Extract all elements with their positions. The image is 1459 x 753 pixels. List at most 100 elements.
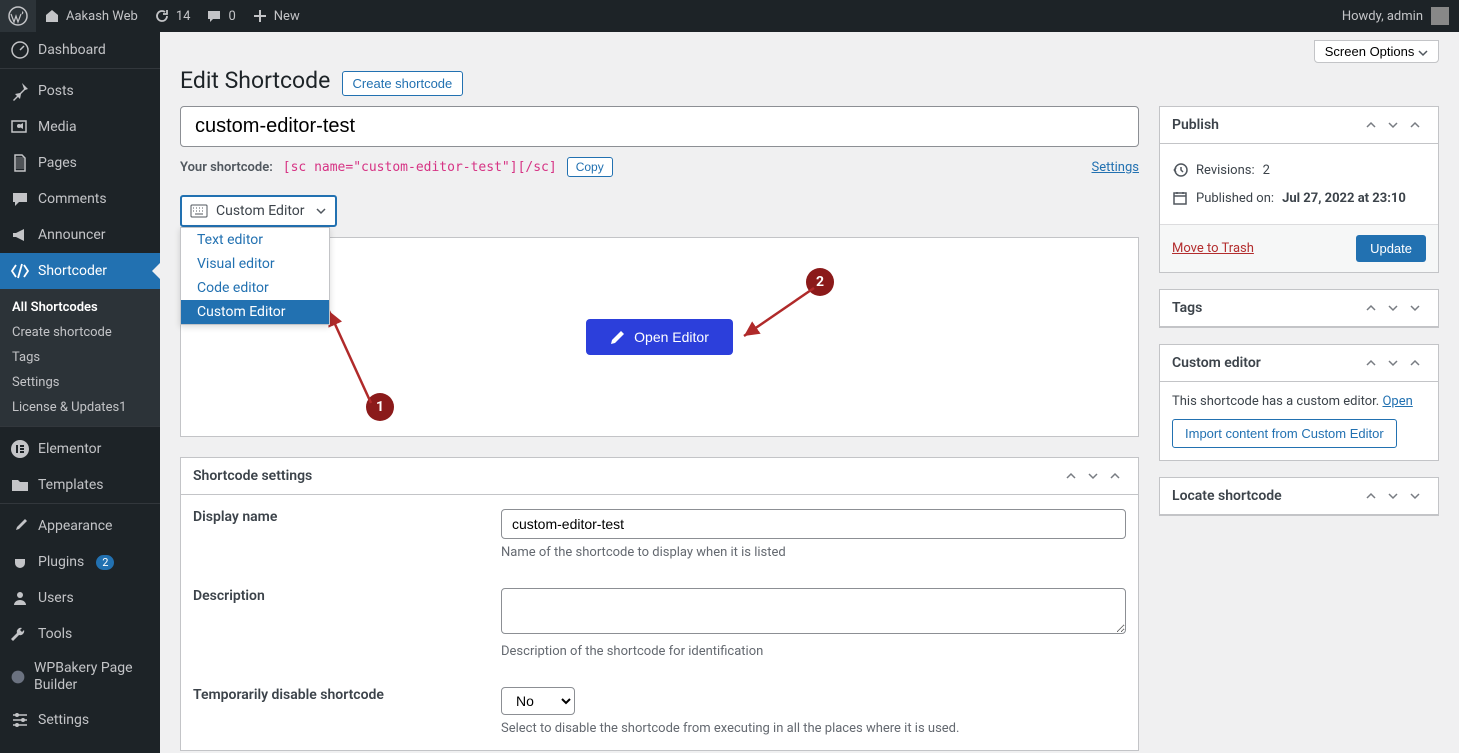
chevron-down-icon[interactable] (1382, 489, 1404, 504)
home-icon (44, 8, 60, 24)
admin-sidebar: Dashboard Posts Media Pages Comments Ann… (0, 32, 160, 753)
comments-count: 0 (228, 9, 235, 24)
create-shortcode-button[interactable]: Create shortcode (342, 71, 464, 96)
description-label: Description (181, 588, 501, 659)
wpbakery-icon (10, 667, 26, 687)
admin-user[interactable]: Howdy, admin (1342, 7, 1459, 25)
chevron-up-icon[interactable] (1404, 118, 1426, 133)
sidebar-item-tools[interactable]: Tools (0, 616, 160, 652)
chevron-up-icon[interactable] (1404, 356, 1426, 371)
chevron-down-icon[interactable] (1382, 118, 1404, 133)
tags-title: Tags (1172, 300, 1360, 316)
revisions-row[interactable]: Revisions: 2 (1172, 156, 1426, 184)
shortcode-name-input[interactable] (180, 106, 1139, 147)
sidebar-item-users[interactable]: Users (0, 580, 160, 616)
chevron-down-icon[interactable] (1404, 301, 1426, 316)
shortcode-preview-row: Your shortcode: [sc name="custom-editor-… (180, 157, 1139, 177)
comments[interactable]: 0 (198, 0, 243, 32)
publish-title: Publish (1172, 117, 1360, 133)
submenu-all-shortcodes[interactable]: All Shortcodes (0, 295, 160, 320)
submenu-settings[interactable]: Settings (0, 370, 160, 395)
sidebar-item-media[interactable]: Media (0, 109, 160, 145)
submenu-create-shortcode[interactable]: Create shortcode (0, 320, 160, 345)
pin-icon (10, 81, 30, 101)
chevron-down-icon[interactable] (1082, 469, 1104, 484)
disable-select[interactable]: No (501, 687, 575, 715)
code-icon (10, 261, 30, 281)
editor-select-wrap: Custom Editor Text editor Visual editor … (180, 195, 337, 227)
sidebar-item-announcer[interactable]: Announcer (0, 217, 160, 253)
display-name-input[interactable] (501, 509, 1126, 539)
editor-option-visual[interactable]: Visual editor (181, 252, 329, 276)
sidebar-item-shortcoder[interactable]: Shortcoder (0, 253, 160, 289)
chevron-down-icon[interactable] (1404, 489, 1426, 504)
sliders-icon (10, 710, 30, 730)
locate-title: Locate shortcode (1172, 488, 1360, 504)
sidebar-item-pages[interactable]: Pages (0, 145, 160, 181)
new-content[interactable]: New (244, 0, 308, 32)
chevron-up-icon[interactable] (1360, 489, 1382, 504)
screen-options-button[interactable]: Screen Options (1314, 40, 1439, 63)
sidebar-item-plugins[interactable]: Plugins 2 (0, 544, 160, 580)
plus-icon (252, 8, 268, 24)
chevron-up-icon[interactable] (1104, 469, 1126, 484)
chevron-up-icon[interactable] (1360, 118, 1382, 133)
description-hint: Description of the shortcode for identif… (501, 644, 1126, 659)
copy-button[interactable]: Copy (567, 157, 613, 177)
plug-icon (10, 552, 30, 572)
sidebar-item-label: Users (38, 590, 74, 606)
page-header: Edit Shortcode Create shortcode (160, 63, 1459, 106)
sidebar-item-elementor[interactable]: Elementor (0, 431, 160, 467)
editor-select[interactable]: Custom Editor (180, 195, 337, 227)
wp-logo[interactable] (0, 0, 36, 32)
sidebar-item-label: Pages (38, 155, 77, 171)
pencil-icon (610, 329, 626, 345)
annotation-2: 2 (806, 268, 834, 296)
megaphone-icon (10, 225, 30, 245)
sidebar-item-dashboard[interactable]: Dashboard (0, 32, 160, 68)
admin-bar: Aakash Web 14 0 New Howdy, admin (0, 0, 1459, 32)
editor-option-text[interactable]: Text editor (181, 228, 329, 252)
editor-dropdown: Text editor Visual editor Code editor Cu… (180, 227, 330, 325)
updates[interactable]: 14 (146, 0, 199, 32)
settings-panel-title: Shortcode settings (193, 468, 1060, 484)
sidebar-item-templates[interactable]: Templates (0, 467, 160, 503)
site-name[interactable]: Aakash Web (36, 0, 146, 32)
chevron-down-icon[interactable] (1382, 356, 1404, 371)
open-link[interactable]: Open (1382, 394, 1412, 409)
chevron-down-icon[interactable] (1382, 301, 1404, 316)
submenu-license[interactable]: License & Updates1 (0, 395, 160, 420)
calendar-icon (1172, 190, 1188, 206)
sidebar-item-appearance[interactable]: Appearance (0, 508, 160, 544)
sidebar-item-posts[interactable]: Posts (0, 73, 160, 109)
sidebar-item-comments[interactable]: Comments (0, 181, 160, 217)
chevron-up-icon[interactable] (1360, 356, 1382, 371)
editor-option-code[interactable]: Code editor (181, 276, 329, 300)
sidebar-item-label: Comments (38, 191, 107, 207)
sidebar-item-label: Plugins (38, 554, 84, 570)
editor-option-custom[interactable]: Custom Editor (181, 300, 329, 324)
published-row: Published on: Jul 27, 2022 at 23:10 (1172, 184, 1426, 212)
sidebar-item-label: Elementor (38, 441, 101, 457)
page-title: Edit Shortcode (180, 67, 330, 94)
disable-label: Temporarily disable shortcode (181, 687, 501, 736)
chevron-up-icon[interactable] (1060, 469, 1082, 484)
sidebar-item-label: Tools (38, 626, 72, 642)
sidebar-item-label: WPBakery Page Builder (34, 660, 150, 694)
description-input[interactable] (501, 588, 1126, 634)
settings-link[interactable]: Settings (1092, 160, 1139, 175)
wrench-icon (10, 624, 30, 644)
sidebar-item-wpbakery[interactable]: WPBakery Page Builder (0, 652, 160, 702)
submenu-tags[interactable]: Tags (0, 345, 160, 370)
dashboard-icon (10, 40, 30, 60)
display-name-label: Display name (181, 509, 501, 560)
import-button[interactable]: Import content from Custom Editor (1172, 419, 1397, 448)
move-to-trash-link[interactable]: Move to Trash (1172, 241, 1254, 256)
chevron-up-icon[interactable] (1360, 301, 1382, 316)
annotation-arrow-2 (736, 286, 821, 346)
open-editor-button[interactable]: Open Editor (586, 319, 733, 355)
sidebar-item-label: Templates (38, 477, 104, 493)
update-button[interactable]: Update (1356, 235, 1426, 262)
elementor-icon (10, 439, 30, 459)
sidebar-item-settings[interactable]: Settings (0, 702, 160, 738)
